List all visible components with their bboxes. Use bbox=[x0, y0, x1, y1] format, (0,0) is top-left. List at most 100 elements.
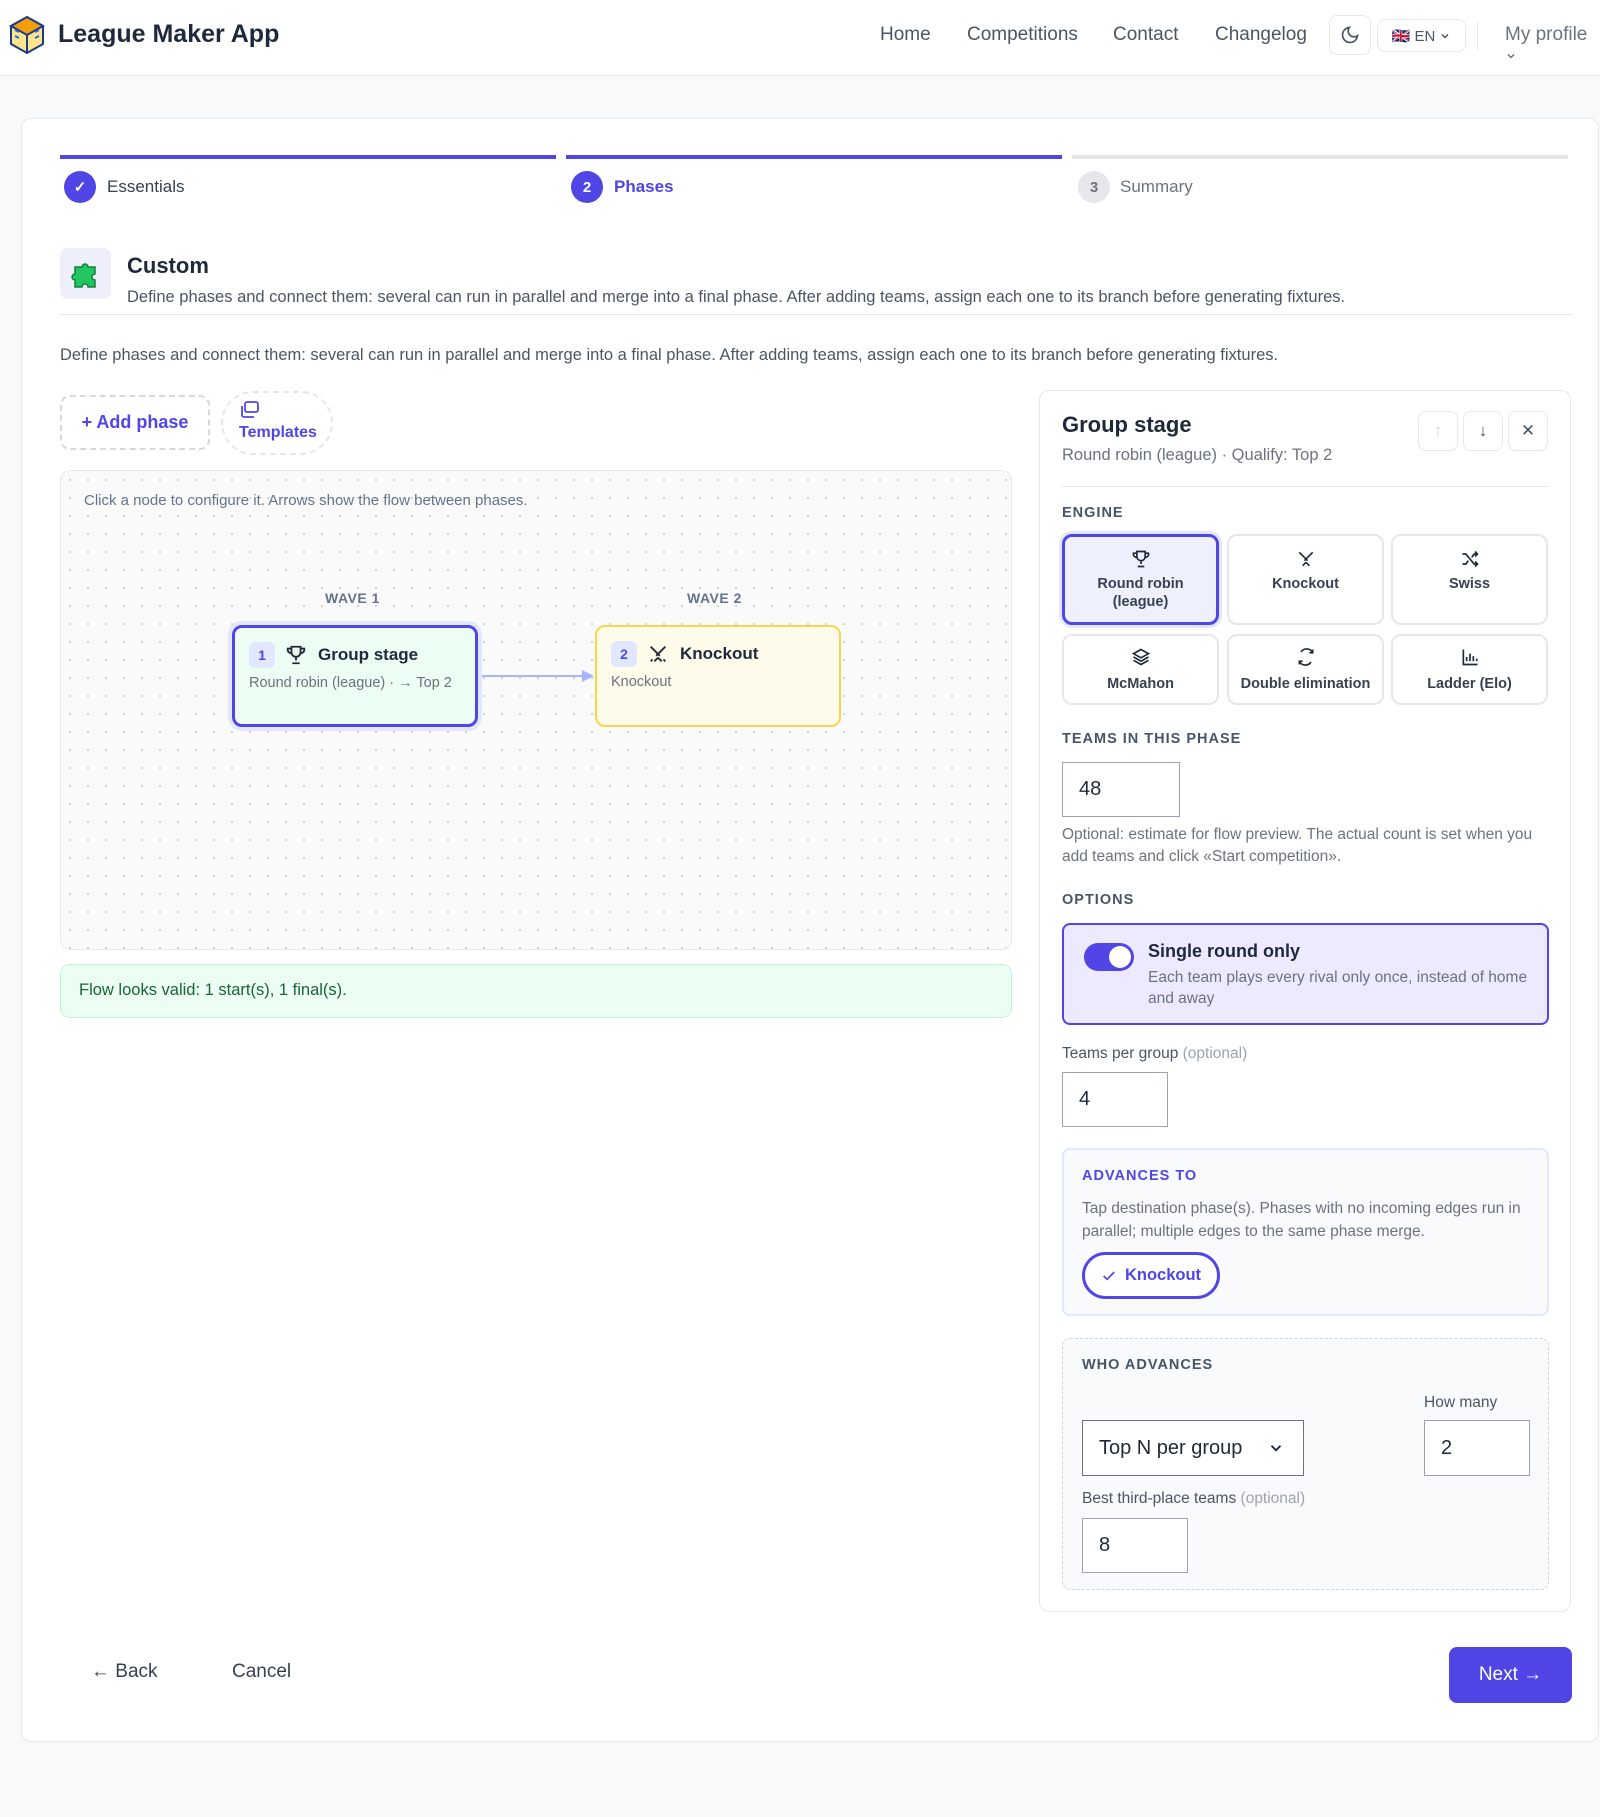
engine-mcmahon[interactable]: McMahon bbox=[1062, 634, 1219, 705]
teams-per-group-label: Teams per group (optional) bbox=[1062, 1045, 1247, 1063]
step-phases-number[interactable]: 2 bbox=[571, 171, 603, 203]
best-third-label-text: Best third-place teams bbox=[1082, 1490, 1237, 1507]
wave-1-label: WAVE 1 bbox=[325, 590, 380, 606]
how-many-input[interactable]: 2 bbox=[1424, 1420, 1530, 1476]
step-essentials-check-icon[interactable]: ✓ bbox=[64, 171, 96, 203]
language-select[interactable]: 🇬🇧 EN bbox=[1377, 19, 1466, 52]
language-label: 🇬🇧 EN bbox=[1391, 27, 1436, 45]
advances-to-knockout-chip[interactable]: Knockout bbox=[1082, 1252, 1220, 1299]
phase-node-knockout[interactable]: 2 Knockout Knockout bbox=[595, 625, 841, 727]
nav-competitions[interactable]: Competitions bbox=[967, 24, 1078, 46]
swords-icon bbox=[1298, 551, 1313, 567]
layers-icon bbox=[1131, 648, 1150, 666]
section-divider bbox=[60, 314, 1572, 315]
cancel-button[interactable]: Cancel bbox=[232, 1661, 291, 1683]
mode-title: Custom bbox=[127, 253, 209, 278]
teams-per-group-label-text: Teams per group bbox=[1062, 1045, 1179, 1062]
arrow-down-icon: ↓ bbox=[1478, 421, 1488, 440]
check-icon bbox=[1103, 1270, 1115, 1281]
node-subtitle: Knockout bbox=[611, 674, 672, 690]
chevron-down-icon bbox=[1270, 1445, 1282, 1452]
node-number: 1 bbox=[249, 642, 275, 668]
templates-button[interactable]: Templates bbox=[221, 391, 333, 455]
teams-per-group-input[interactable]: 4 bbox=[1062, 1072, 1168, 1127]
nav-home[interactable]: Home bbox=[880, 24, 931, 46]
close-button[interactable]: ✕ bbox=[1508, 411, 1548, 451]
optional-hint: (optional) bbox=[1182, 1045, 1248, 1062]
engine-label-text: Swiss bbox=[1448, 576, 1491, 592]
step-phases-label[interactable]: Phases bbox=[614, 177, 674, 197]
advances-to-label: ADVANCES TO bbox=[1082, 1168, 1198, 1184]
optional-hint: (optional) bbox=[1240, 1490, 1306, 1507]
theme-toggle-button[interactable] bbox=[1329, 15, 1371, 55]
phase-node-group-stage[interactable]: 1 Group stage Round robin (league) · → T… bbox=[232, 625, 478, 727]
bar-chart-icon bbox=[1462, 649, 1477, 666]
who-advances-select[interactable]: Top N per group bbox=[1082, 1420, 1304, 1476]
engine-label-text: Double elimination bbox=[1240, 676, 1371, 692]
engine-label-text: Ladder (Elo) bbox=[1427, 676, 1512, 692]
node-title: Knockout bbox=[680, 644, 759, 663]
engine-double-elimination[interactable]: Double elimination bbox=[1227, 634, 1384, 705]
app-logo[interactable] bbox=[6, 14, 48, 56]
templates-label: Templates bbox=[239, 424, 317, 441]
teams-count-input[interactable]: 48 bbox=[1062, 762, 1180, 817]
panel-divider bbox=[1062, 486, 1549, 487]
engine-label-text: Round robin (league) bbox=[1097, 576, 1184, 610]
panel-title: Group stage bbox=[1062, 412, 1192, 437]
step-summary-number[interactable]: 3 bbox=[1078, 171, 1110, 203]
arrow-up-icon: ↑ bbox=[1433, 421, 1443, 440]
chevron-down-icon bbox=[1507, 53, 1515, 59]
move-down-button[interactable]: ↓ bbox=[1463, 411, 1503, 451]
single-round-title: Single round only bbox=[1148, 941, 1300, 961]
engine-swiss[interactable]: Swiss bbox=[1391, 534, 1548, 625]
best-third-label: Best third-place teams (optional) bbox=[1082, 1490, 1305, 1508]
flow-canvas[interactable] bbox=[60, 470, 1012, 950]
engine-knockout[interactable]: Knockout bbox=[1227, 534, 1384, 625]
puzzle-icon bbox=[60, 248, 111, 299]
node-subtitle: Round robin (league) · → Top 2 bbox=[249, 675, 452, 691]
single-round-option[interactable]: Single round only Each team plays every … bbox=[1062, 923, 1549, 1025]
trophy-icon bbox=[1132, 550, 1149, 568]
panel-subtitle: Round robin (league) · Qualify: Top 2 bbox=[1062, 446, 1333, 464]
who-advances-label: WHO ADVANCES bbox=[1082, 1357, 1214, 1373]
canvas-hint: Click a node to configure it. Arrows sho… bbox=[84, 492, 528, 509]
step-progress-phases bbox=[566, 155, 1062, 159]
teams-label: TEAMS IN THIS PHASE bbox=[1062, 731, 1242, 747]
step-progress-essentials bbox=[60, 155, 556, 159]
intro-text: Define phases and connect them: several … bbox=[60, 346, 1279, 364]
trophy-icon bbox=[286, 645, 306, 665]
back-button[interactable]: ← Back bbox=[91, 1661, 158, 1683]
profile-label: My profile bbox=[1505, 24, 1588, 45]
chevron-down-icon bbox=[1441, 33, 1449, 39]
wave-2-label: WAVE 2 bbox=[687, 590, 742, 606]
app-title[interactable]: League Maker App bbox=[58, 20, 279, 49]
nav-changelog[interactable]: Changelog bbox=[1215, 24, 1307, 46]
step-summary-label[interactable]: Summary bbox=[1120, 177, 1193, 197]
engine-label-text: Knockout bbox=[1272, 576, 1339, 592]
options-label: OPTIONS bbox=[1062, 892, 1135, 908]
next-button[interactable]: Next → bbox=[1449, 1647, 1572, 1703]
step-progress-summary bbox=[1072, 155, 1568, 159]
single-round-toggle[interactable] bbox=[1084, 943, 1134, 971]
validation-message: Flow looks valid: 1 start(s), 1 final(s)… bbox=[60, 964, 1012, 1018]
single-round-description: Each team plays every rival only once, i… bbox=[1148, 969, 1528, 1007]
move-up-button[interactable]: ↑ bbox=[1418, 411, 1458, 451]
engine-round-robin[interactable]: Round robin (league) bbox=[1062, 534, 1219, 625]
flow-arrow bbox=[478, 670, 594, 682]
engine-label-text: McMahon bbox=[1107, 676, 1174, 692]
nav-contact[interactable]: Contact bbox=[1113, 24, 1178, 46]
top-header: League Maker App Home Competitions Conta… bbox=[0, 0, 1600, 76]
advances-to-description: Tap destination phase(s). Phases with no… bbox=[1082, 1200, 1521, 1240]
close-icon: ✕ bbox=[1520, 421, 1536, 440]
swords-icon bbox=[650, 646, 666, 662]
engine-ladder-elo[interactable]: Ladder (Elo) bbox=[1391, 634, 1548, 705]
profile-menu[interactable]: My profile bbox=[1505, 24, 1600, 68]
node-number: 2 bbox=[611, 641, 637, 667]
chip-label: Knockout bbox=[1124, 1266, 1202, 1284]
how-many-label: How many bbox=[1424, 1394, 1498, 1411]
best-third-input[interactable]: 8 bbox=[1082, 1518, 1188, 1573]
mode-description: Define phases and connect them: several … bbox=[127, 288, 1346, 306]
engine-label: ENGINE bbox=[1062, 505, 1124, 521]
step-essentials-label[interactable]: Essentials bbox=[107, 177, 184, 197]
add-phase-button[interactable]: + Add phase bbox=[60, 395, 210, 450]
